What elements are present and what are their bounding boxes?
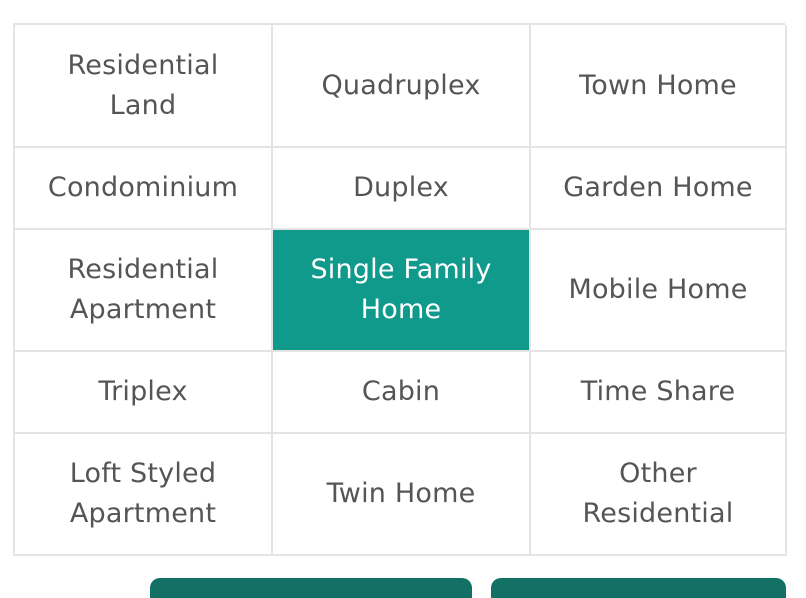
next-button[interactable] [491, 578, 786, 598]
option-residential-land[interactable]: Residential Land [15, 25, 273, 148]
option-duplex[interactable]: Duplex [273, 148, 531, 230]
option-condominium[interactable]: Condominium [15, 148, 273, 230]
option-mobile-home[interactable]: Mobile Home [531, 230, 787, 352]
property-type-grid: Residential Land Quadruplex Town Home Co… [13, 23, 787, 556]
option-garden-home[interactable]: Garden Home [531, 148, 787, 230]
option-triplex[interactable]: Triplex [15, 352, 273, 434]
option-quadruplex[interactable]: Quadruplex [273, 25, 531, 148]
bottom-button-bar [0, 578, 806, 598]
option-town-home[interactable]: Town Home [531, 25, 787, 148]
option-time-share[interactable]: Time Share [531, 352, 787, 434]
option-single-family-home[interactable]: Single Family Home [273, 230, 531, 352]
option-cabin[interactable]: Cabin [273, 352, 531, 434]
option-loft-styled-apartment[interactable]: Loft Styled Apartment [15, 434, 273, 556]
back-button[interactable] [150, 578, 472, 598]
option-other-residential[interactable]: Other Residential [531, 434, 787, 556]
option-twin-home[interactable]: Twin Home [273, 434, 531, 556]
option-residential-apartment[interactable]: Residential Apartment [15, 230, 273, 352]
